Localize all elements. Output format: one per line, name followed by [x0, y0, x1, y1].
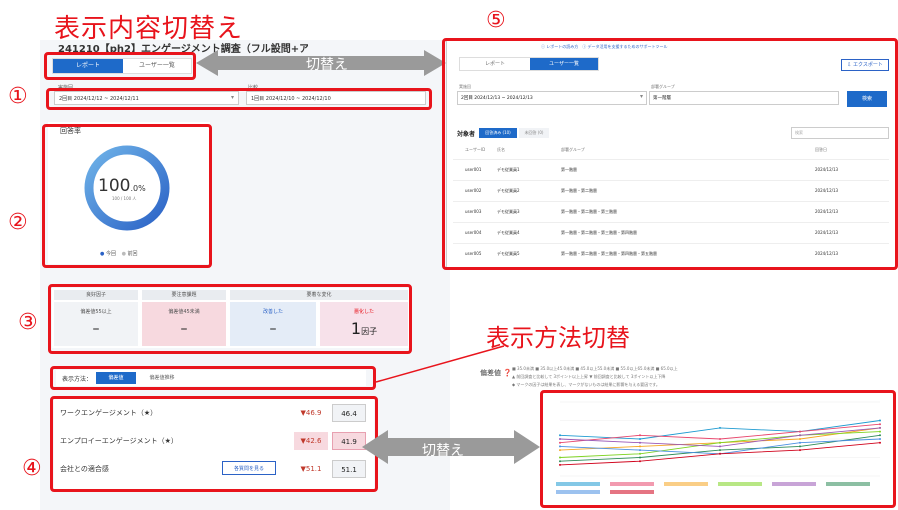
chart-point [639, 434, 641, 437]
chart-legend-chip [556, 490, 600, 494]
deviation-label: 偏差値 ❓ [480, 368, 512, 378]
annotation-box-period [46, 88, 432, 110]
chart-legend-chip [772, 482, 816, 486]
chart-point [879, 438, 881, 440]
chart-legend-chip [610, 482, 654, 486]
chart-point [639, 449, 641, 452]
annotation-num-4: ④ [22, 456, 42, 481]
chart-point [639, 452, 641, 455]
chart-legend-chip [826, 482, 870, 486]
deviation-legend-2: ▲ 前回調査と比較して 3ポイント以上上昇 ▼ 前回調査と比較して 3ポイント以… [512, 374, 666, 379]
switch-label-top: 切替え [306, 57, 348, 73]
deviation-legend-1: ■ 35.0未満 ■ 35.0以上45.0未満 ■ 45.0以上55.0未満 ■… [512, 366, 678, 371]
chart-point [719, 445, 721, 448]
help-icon[interactable]: ❓ [503, 369, 512, 377]
annotation-box-method [50, 366, 376, 390]
chart-point [879, 441, 881, 444]
annotation-box-summary [48, 284, 412, 354]
chart-point [559, 438, 561, 440]
annotation-pointer-line [375, 345, 505, 383]
chart-point [799, 449, 801, 452]
annotation-box-users [442, 38, 898, 270]
chart-point [639, 456, 641, 459]
annotation-box-table [50, 396, 378, 492]
annotation-num-5: ⑤ [486, 8, 506, 33]
chart-point [559, 434, 561, 437]
chart-point [719, 441, 721, 444]
chart-point [879, 426, 881, 429]
chart-point [719, 438, 721, 440]
deviation-label-text: 偏差値 [480, 369, 501, 377]
chart-point [559, 463, 561, 466]
chart-point [799, 445, 801, 448]
trend-line-chart [556, 401, 881, 494]
chart-point [559, 441, 561, 444]
chart-legend-chip [556, 482, 600, 486]
chart-point [719, 426, 721, 429]
chart-point [799, 430, 801, 433]
chart-point [879, 423, 881, 426]
chart-point [559, 445, 561, 448]
chart-series-line [559, 420, 881, 440]
chart-point [879, 419, 881, 422]
chart-point [879, 430, 881, 433]
chart-point [799, 441, 801, 444]
chart-point [799, 434, 801, 437]
annotation-box-rate [42, 124, 212, 268]
chart-point [719, 449, 721, 452]
chart-point [639, 438, 641, 440]
annotation-num-3: ③ [18, 310, 38, 335]
chart-point [639, 441, 641, 444]
annotation-box-tabs [44, 52, 196, 80]
chart-point [559, 456, 561, 459]
chart-point [639, 460, 641, 463]
annotation-num-2: ② [8, 210, 28, 235]
chart-legend-chip [664, 482, 708, 486]
switch-label-bottom: 切替え [422, 443, 464, 459]
deviation-legend-3: ◆ マークの因子は結果を表し、マークがないものは結果に影響を与える要因です。 [512, 382, 660, 387]
chart-point [559, 449, 561, 452]
annotation-num-1: ① [8, 84, 28, 109]
chart-point [639, 445, 641, 448]
chart-legend-chip [610, 490, 654, 494]
chart-point [879, 434, 881, 437]
chart-legend-chip [718, 482, 762, 486]
chart-point [559, 460, 561, 463]
chart-point [719, 452, 721, 455]
chart-point [799, 438, 801, 440]
